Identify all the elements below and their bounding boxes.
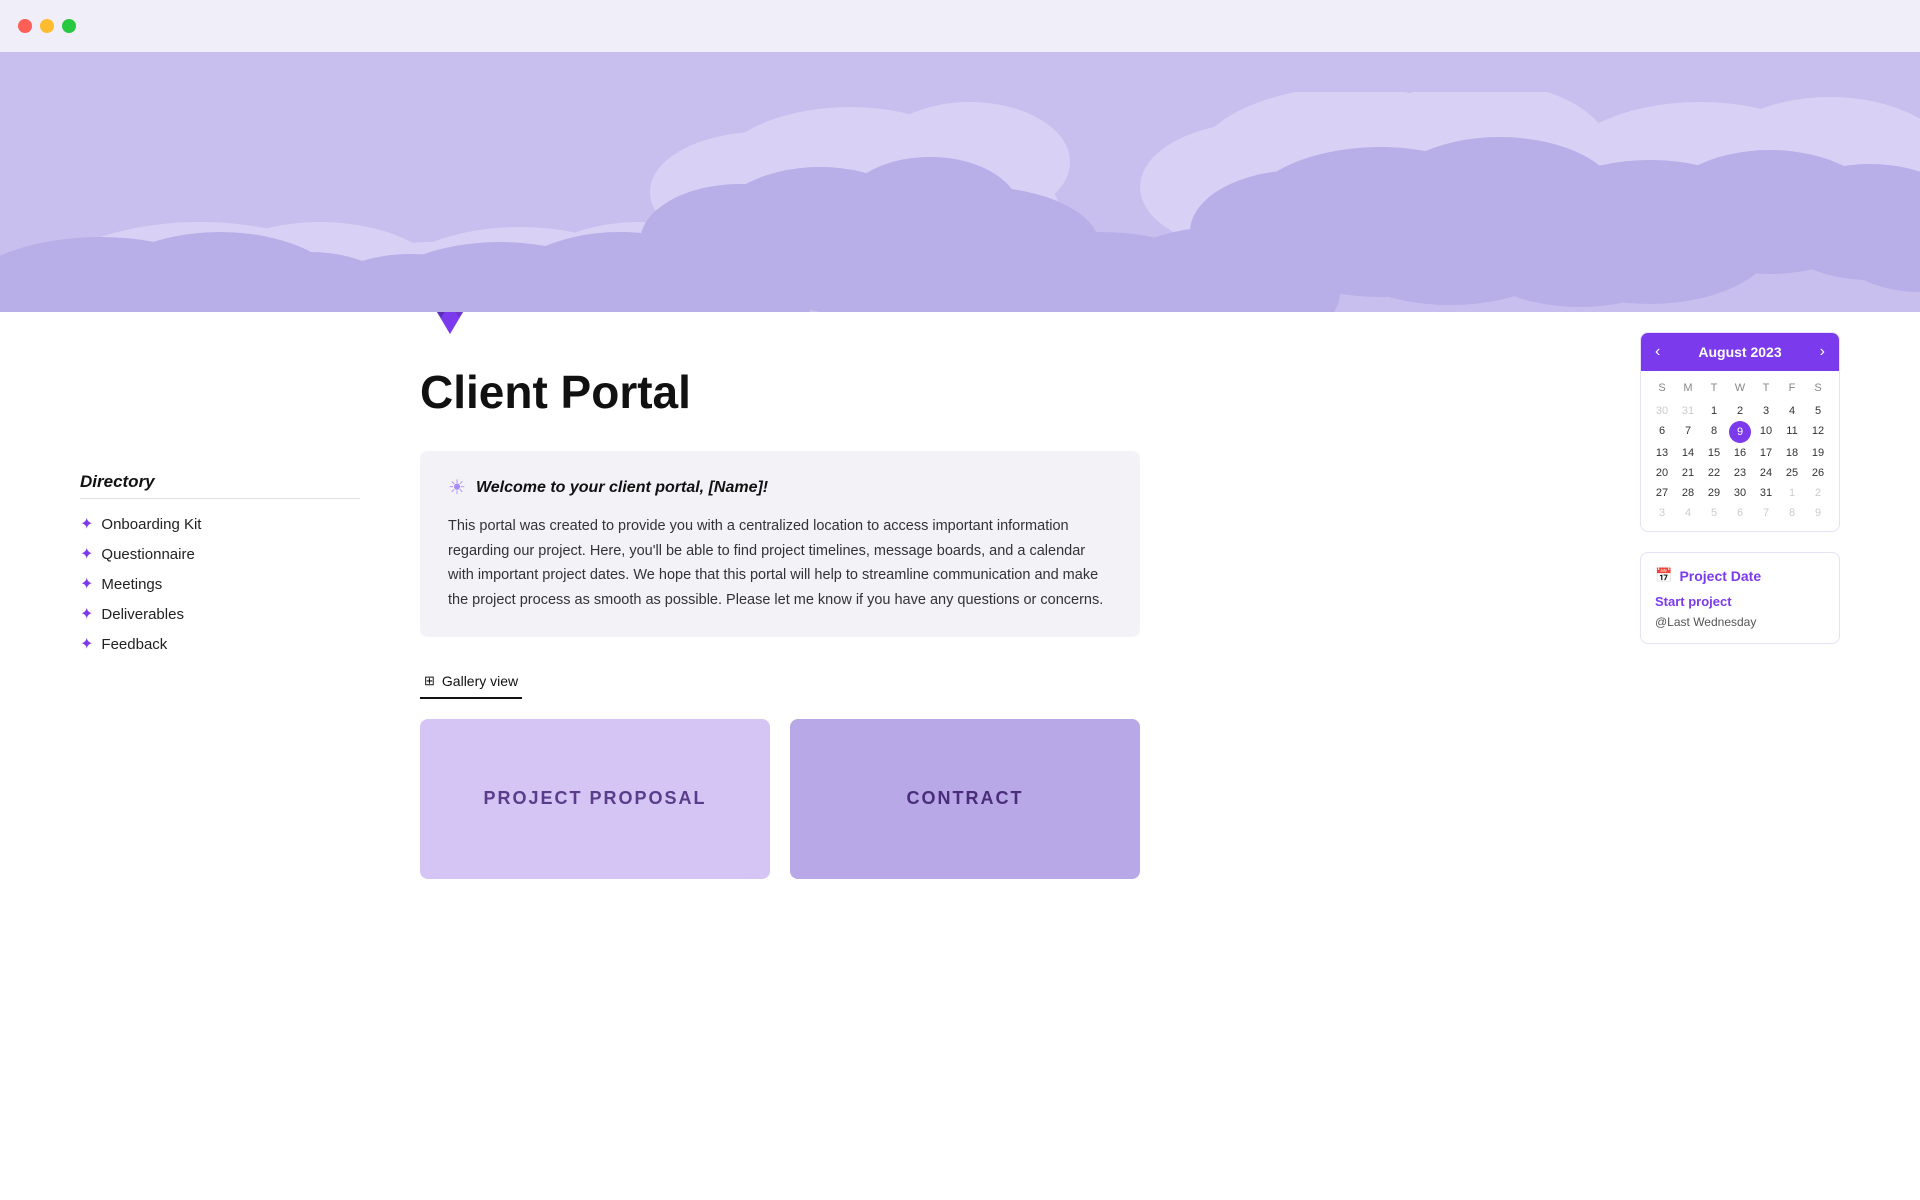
calendar-row: 20212223242526 [1649,463,1831,483]
gallery-view-tab[interactable]: ⊞ Gallery view [420,665,522,699]
sidebar-item[interactable]: ✦Onboarding Kit [80,509,360,539]
project-date-box: 📅 Project Date Start project @Last Wedne… [1640,552,1840,644]
sidebar-item[interactable]: ✦Feedback [80,629,360,659]
calendar-next-button[interactable]: › [1820,343,1825,361]
calendar-cell[interactable]: 5 [1701,503,1727,523]
project-date-title: 📅 Project Date [1655,567,1825,584]
gallery-tab-label: Gallery view [442,673,518,689]
calendar-prev-button[interactable]: ‹ [1655,343,1660,361]
titlebar [0,0,1920,52]
calendar-cell[interactable]: 8 [1779,503,1805,523]
calendar-cell[interactable]: 28 [1675,483,1701,503]
calendar-cell[interactable]: 26 [1805,463,1831,483]
calendar-cell[interactable]: 31 [1753,483,1779,503]
star-icon: ✦ [80,544,93,564]
project-date-val: @Last Wednesday [1655,615,1825,629]
calendar-cell[interactable]: 27 [1649,483,1675,503]
calendar-cell[interactable]: 24 [1753,463,1779,483]
calendar-cell[interactable]: 1 [1701,401,1727,421]
close-button[interactable] [18,19,32,33]
sun-icon: ☀ [448,475,466,500]
calendar-cell[interactable]: 7 [1753,503,1779,523]
calendar-cell[interactable]: 3 [1649,503,1675,523]
sidebar: Directory ✦Onboarding Kit✦Questionnaire✦… [80,312,360,879]
calendar-cell[interactable]: 21 [1675,463,1701,483]
main-content: Client Portal ☀ Welcome to your client p… [420,312,1580,879]
calendar-cell[interactable]: 3 [1753,401,1779,421]
calendar-cell[interactable]: 8 [1701,421,1727,443]
calendar-small-icon: 📅 [1655,567,1672,584]
calendar-header: ‹ August 2023 › [1641,333,1839,371]
star-icon: ✦ [80,514,93,534]
star-icon: ✦ [80,634,93,654]
calendar-cell[interactable]: 4 [1675,503,1701,523]
calendar-cell[interactable]: 25 [1779,463,1805,483]
welcome-title: Welcome to your client portal, [Name]! [476,479,768,497]
calendar-cell[interactable]: 6 [1727,503,1753,523]
hero-banner [0,52,1920,312]
calendar-cell[interactable]: 14 [1675,443,1701,463]
calendar-title: August 2023 [1698,344,1781,360]
calendar-cell[interactable]: 11 [1779,421,1805,443]
minimize-button[interactable] [40,19,54,33]
calendar-cell[interactable]: 5 [1805,401,1831,421]
gallery-cards: PROJECT PROPOSAL CONTRACT [420,719,1140,879]
calendar-cell[interactable]: 10 [1753,421,1779,443]
calendar-cell[interactable]: 2 [1727,401,1753,421]
calendar-row: 6789101112 [1649,421,1831,443]
calendar-day-headers: S M T W T F S [1649,379,1831,397]
right-panel: ‹ August 2023 › S M T W T F S 3031123456… [1640,312,1840,879]
calendar-cell[interactable]: 29 [1701,483,1727,503]
calendar-row: 3456789 [1649,503,1831,523]
sidebar-item[interactable]: ✦Deliverables [80,599,360,629]
calendar-row: 13141516171819 [1649,443,1831,463]
calendar-cell[interactable]: 12 [1805,421,1831,443]
calendar-row: 272829303112 [1649,483,1831,503]
calendar-cell[interactable]: 20 [1649,463,1675,483]
calendar-cell[interactable]: 31 [1675,401,1701,421]
welcome-body: This portal was created to provide you w… [448,514,1112,613]
project-date-sub: Start project [1655,594,1825,609]
star-icon: ✦ [80,574,93,594]
calendar-cell[interactable]: 22 [1701,463,1727,483]
calendar-cell[interactable]: 18 [1779,443,1805,463]
proposal-card-label: PROJECT PROPOSAL [483,788,706,809]
calendar-cell[interactable]: 9 [1729,421,1751,443]
calendar-cell[interactable]: 16 [1727,443,1753,463]
welcome-box: ☀ Welcome to your client portal, [Name]!… [420,451,1140,637]
calendar-cell[interactable]: 13 [1649,443,1675,463]
calendar-cell[interactable]: 19 [1805,443,1831,463]
calendar-cell[interactable]: 30 [1649,401,1675,421]
calendar-cell[interactable]: 4 [1779,401,1805,421]
calendar-cell[interactable]: 30 [1727,483,1753,503]
calendar-cell[interactable]: 23 [1727,463,1753,483]
contract-card[interactable]: CONTRACT [790,719,1140,879]
calendar-cell[interactable]: 7 [1675,421,1701,443]
contract-card-label: CONTRACT [907,788,1024,809]
maximize-button[interactable] [62,19,76,33]
calendar-cell[interactable]: 2 [1805,483,1831,503]
sidebar-title: Directory [80,472,360,499]
page-title: Client Portal [420,365,1580,419]
welcome-header: ☀ Welcome to your client portal, [Name]! [448,475,1112,500]
calendar-grid: S M T W T F S 30311234567891011121314151… [1641,371,1839,531]
calendar-cell[interactable]: 1 [1779,483,1805,503]
sidebar-item[interactable]: ✦Meetings [80,569,360,599]
sidebar-item[interactable]: ✦Questionnaire [80,539,360,569]
grid-icon: ⊞ [424,673,435,689]
star-icon: ✦ [80,604,93,624]
calendar-row: 303112345 [1649,401,1831,421]
gallery-tab-bar: ⊞ Gallery view [420,665,1140,699]
calendar-cell[interactable]: 9 [1805,503,1831,523]
calendar-cell[interactable]: 15 [1701,443,1727,463]
project-proposal-card[interactable]: PROJECT PROPOSAL [420,719,770,879]
calendar-cell[interactable]: 17 [1753,443,1779,463]
calendar: ‹ August 2023 › S M T W T F S 3031123456… [1640,332,1840,532]
calendar-cell[interactable]: 6 [1649,421,1675,443]
